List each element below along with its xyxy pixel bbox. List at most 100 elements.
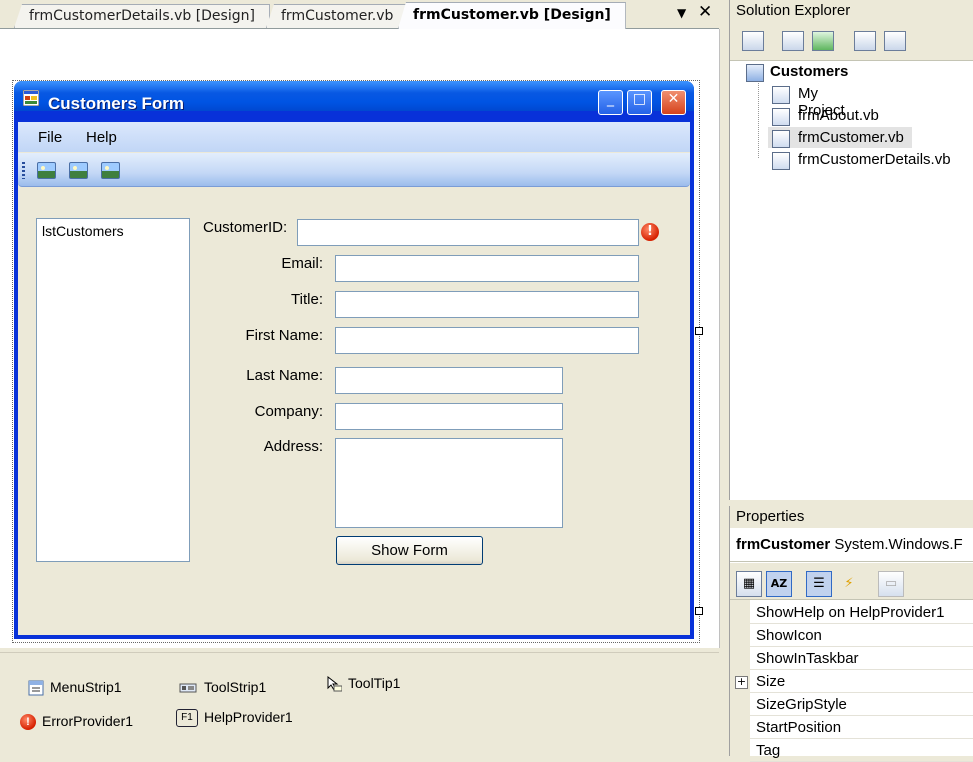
tree-item-label: frmCustomer.vb: [798, 129, 904, 146]
title-field[interactable]: [335, 291, 639, 318]
tray-helpprovider[interactable]: F1 HelpProvider1: [176, 709, 293, 728]
toolstrip-icon: [179, 683, 197, 693]
customers-listbox[interactable]: lstCustomers: [36, 218, 190, 562]
alphabetical-icon[interactable]: AZ: [766, 571, 792, 597]
tab-frmcustomer-code[interactable]: frmCustomer.vb: [266, 4, 409, 28]
view-designer-icon[interactable]: [884, 31, 906, 51]
close-button[interactable]: ✕: [661, 90, 686, 115]
email-field[interactable]: [335, 255, 639, 282]
tree-item-label: frmAbout.vb: [798, 107, 879, 124]
view-code-icon[interactable]: [854, 31, 876, 51]
close-icon: ✕: [667, 91, 680, 107]
minimize-icon: _: [607, 91, 614, 107]
properties-toolbar: ▦ AZ ☰ ⚡ ▭: [730, 563, 973, 600]
events-icon[interactable]: ⚡: [836, 571, 862, 597]
form-file-icon: [772, 108, 790, 126]
solution-explorer-panel: Solution Explorer Customers My Project f…: [729, 0, 973, 500]
property-pages-icon[interactable]: ▭: [878, 571, 904, 597]
refresh-icon[interactable]: [812, 31, 834, 51]
maximize-icon: □: [632, 91, 647, 107]
chevron-down-icon[interactable]: ▼: [677, 6, 686, 20]
tray-label: MenuStrip1: [50, 679, 122, 695]
categorized-icon[interactable]: ▦: [736, 571, 762, 597]
properties-panel: Properties frmCustomer System.Windows.F …: [729, 506, 973, 762]
properties-title: Properties: [730, 506, 973, 528]
first-name-label: First Name:: [245, 327, 323, 344]
tooltip-icon: [327, 676, 342, 692]
company-label: Company:: [254, 403, 323, 420]
form-title-bar: Customers Form _ □ ✕: [14, 81, 694, 115]
property-row[interactable]: ShowHelp on HelpProvider1: [750, 601, 973, 624]
tab-label: frmCustomer.vb [Design]: [413, 7, 611, 23]
menustrip-icon: [28, 680, 44, 696]
property-row[interactable]: ShowInTaskbar: [750, 647, 973, 670]
object-selector[interactable]: frmCustomer System.Windows.F: [730, 528, 973, 562]
form-file-icon: [772, 130, 790, 148]
menu-strip: File Help: [18, 122, 690, 152]
f1-icon: F1: [176, 709, 198, 728]
image-icon[interactable]: [101, 162, 120, 179]
tree-line: [758, 83, 759, 158]
last-name-field[interactable]: [335, 367, 563, 394]
vb-project-icon: [746, 64, 764, 82]
customerid-field[interactable]: [297, 219, 639, 246]
email-label: Email:: [281, 255, 323, 272]
tray-label: ErrorProvider1: [42, 713, 134, 729]
tab-frmcustomerdetails-design[interactable]: frmCustomerDetails.vb [Design]: [14, 4, 270, 28]
tab-frmcustomer-design[interactable]: frmCustomer.vb [Design]: [398, 2, 626, 29]
tray-tooltip[interactable]: ToolTip1: [326, 675, 400, 692]
image-icon[interactable]: [69, 162, 88, 179]
app-icon: [23, 90, 39, 106]
designer-surface[interactable]: Customers Form _ □ ✕ File Help lstCustom…: [0, 29, 720, 648]
property-row[interactable]: Size: [750, 670, 973, 693]
form-client-area: File Help lstCustomers CustomerID: ! Ema…: [18, 122, 690, 635]
form-title: Customers Form: [48, 94, 185, 113]
object-name: frmCustomer: [736, 536, 831, 553]
property-row[interactable]: StartPosition: [750, 716, 973, 739]
property-row[interactable]: SizeGripStyle: [750, 693, 973, 716]
properties-icon[interactable]: [742, 31, 764, 51]
tray-menustrip[interactable]: MenuStrip1: [28, 679, 122, 696]
tray-label: ToolTip1: [348, 675, 401, 691]
properties-view-icon[interactable]: ☰: [806, 571, 832, 597]
customerid-label: CustomerID:: [203, 219, 288, 236]
title-label: Title:: [291, 291, 323, 308]
form-file-icon: [772, 152, 790, 170]
tab-label: frmCustomer.vb: [281, 8, 394, 24]
show-all-files-icon[interactable]: [782, 31, 804, 51]
address-label: Address:: [263, 438, 323, 455]
first-name-field[interactable]: [335, 327, 639, 354]
company-field[interactable]: [335, 403, 563, 430]
last-name-label: Last Name:: [246, 367, 323, 384]
document-tab-strip: frmCustomerDetails.vb [Design] frmCustom…: [0, 0, 719, 29]
menu-help[interactable]: Help: [86, 129, 117, 146]
menu-file[interactable]: File: [38, 129, 62, 146]
tray-errorprovider[interactable]: ! ErrorProvider1: [20, 713, 134, 731]
tray-label: ToolStrip1: [204, 679, 267, 695]
solution-explorer-toolbar: [730, 22, 973, 61]
tree-item-frmcustomer[interactable]: frmCustomer.vb: [768, 127, 912, 148]
minimize-button[interactable]: _: [598, 90, 623, 115]
component-tray: MenuStrip1 ToolStrip1 ToolTip1 ! ErrorPro…: [0, 652, 719, 757]
property-row[interactable]: Tag: [750, 739, 973, 762]
expand-icon[interactable]: +: [735, 676, 748, 689]
property-row[interactable]: ShowIcon: [750, 624, 973, 647]
project-name: Customers: [770, 63, 849, 80]
toolstrip-grip[interactable]: [22, 162, 25, 179]
resize-handle-corner[interactable]: [695, 607, 703, 615]
tab-label: frmCustomerDetails.vb [Design]: [29, 8, 255, 24]
tool-strip: [18, 153, 690, 187]
solution-explorer-title: Solution Explorer: [730, 0, 973, 22]
customers-form-window[interactable]: Customers Form _ □ ✕ File Help lstCustom…: [14, 81, 694, 639]
error-icon: !: [641, 223, 659, 241]
address-field[interactable]: [335, 438, 563, 528]
resize-handle-right[interactable]: [695, 327, 703, 335]
show-form-button[interactable]: Show Form: [336, 536, 483, 565]
maximize-button[interactable]: □: [627, 90, 652, 115]
tray-toolstrip[interactable]: ToolStrip1: [178, 679, 266, 696]
error-icon: !: [20, 714, 36, 731]
close-icon[interactable]: ✕: [698, 2, 712, 22]
image-icon[interactable]: [37, 162, 56, 179]
tray-label: HelpProvider1: [204, 709, 293, 725]
my-project-icon: [772, 86, 790, 104]
